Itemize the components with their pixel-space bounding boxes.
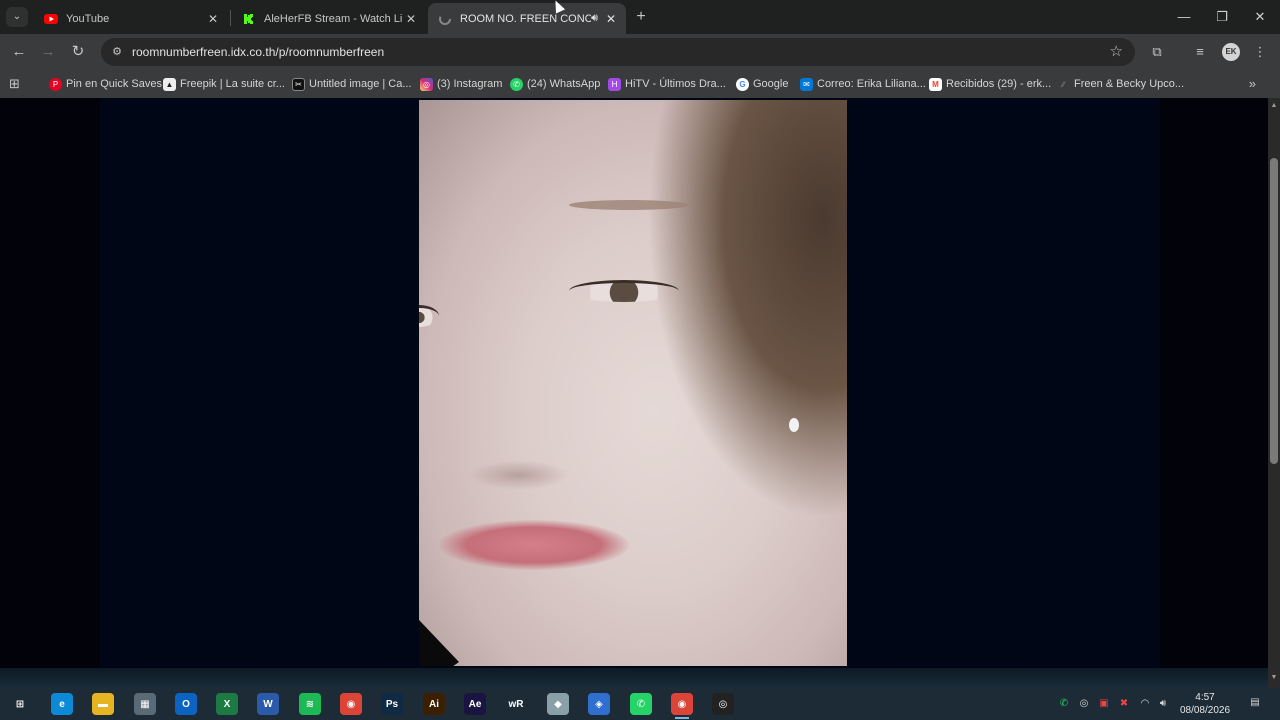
whatsapp-tray-icon[interactable]: ✆ [1057, 697, 1071, 711]
taskbar-app-bird-icon[interactable]: ◆ [547, 693, 569, 715]
hitv-icon: H [608, 77, 621, 91]
tab-strip: ⌄ YouTube ✕ AleHerFB Stream - Watch Live… [0, 0, 1280, 34]
taskbar-illustrator-icon[interactable]: Ai [423, 693, 445, 715]
taskbar-word-icon[interactable]: W [257, 693, 279, 715]
video-frame-face-image [419, 100, 847, 666]
forward-button[interactable]: → [38, 42, 58, 62]
taskbar-whatsapp-icon[interactable]: ✆ [630, 693, 652, 715]
bookmark-freen-becky[interactable]: ∕∕ Freen & Becky Upco... [1057, 76, 1184, 92]
page-content [0, 98, 1268, 668]
taskbar-outlook-icon[interactable]: O [175, 693, 197, 715]
bookmark-freepik[interactable]: ▲ Freepik | La suite cr... [163, 76, 285, 92]
audio-playing-icon[interactable]: 🔊︎ [591, 12, 598, 25]
loading-icon [438, 12, 452, 26]
bookmark-label: (24) WhatsApp [527, 78, 601, 90]
url-text[interactable]: roomnumberfreen.idx.co.th/p/roomnumberfr… [132, 45, 384, 59]
scroll-down-arrow[interactable]: ▼ [1268, 672, 1280, 684]
bookmark-instagram[interactable]: ◎ (3) Instagram [420, 76, 502, 92]
taskbar-wr-icon[interactable]: wR [505, 693, 527, 715]
tab-youtube[interactable]: YouTube ✕ [34, 3, 228, 34]
volume-icon[interactable]: 🔊︎ [1156, 697, 1170, 711]
bookmark-capcut[interactable]: ✂ Untitled image | Ca... [292, 76, 412, 92]
gmail-icon: M [929, 77, 942, 91]
bookmark-label: Freepik | La suite cr... [180, 78, 285, 90]
taskbar-obs-icon[interactable]: ◎ [712, 693, 734, 715]
bookmark-google[interactable]: G Google [736, 76, 788, 92]
extensions-icon[interactable]: ⧉ [1147, 42, 1167, 62]
minimize-button[interactable]: — [1169, 5, 1199, 29]
clock-time: 4:57 [1195, 692, 1215, 703]
whatsapp-icon: ✆ [510, 77, 523, 91]
pinterest-icon: P [49, 77, 62, 91]
google-icon: G [736, 77, 749, 91]
bookmark-label: Untitled image | Ca... [309, 78, 412, 90]
taskbar-calculator-icon[interactable]: ▦ [134, 693, 156, 715]
taskbar-spotify-icon[interactable]: ≋ [299, 693, 321, 715]
bookmark-label: HiTV - Últimos Dra... [625, 78, 726, 90]
scroll-thumb[interactable] [1270, 158, 1278, 464]
bookmark-label: Correo: Erika Liliana... [817, 78, 926, 90]
system-clock[interactable]: 4:57 08/08/2026 [1172, 691, 1238, 717]
bookmark-gmail[interactable]: M Recibidos (29) - erk... [929, 76, 1051, 92]
reload-button[interactable]: ↻ [68, 42, 88, 62]
more-menu-icon[interactable]: ⋮ [1250, 42, 1270, 62]
tray-x-icon[interactable]: ✖ [1117, 697, 1131, 711]
bookmark-label: Google [753, 78, 789, 90]
instagram-icon: ◎ [420, 77, 433, 91]
clock-date: 08/08/2026 [1179, 705, 1231, 716]
profile-avatar[interactable]: EK [1222, 43, 1240, 61]
youtube-icon [44, 12, 58, 26]
tab-search-button[interactable]: ⌄ [6, 7, 28, 27]
kick-icon [242, 12, 256, 26]
notifications-icon[interactable]: ▤ [1248, 697, 1262, 711]
bookmark-label: (3) Instagram [437, 78, 503, 90]
close-icon[interactable]: ✕ [602, 12, 620, 26]
freepik-icon: ▲ [163, 77, 176, 91]
tab-title: YouTube [66, 12, 110, 25]
bookmark-label: Freen & Becky Upco... [1074, 78, 1185, 90]
taskbar-photoshop-icon[interactable]: Ps [381, 693, 403, 715]
close-window-button[interactable]: ✕ [1245, 5, 1275, 29]
apps-grid-icon[interactable]: ⊞ [9, 76, 20, 92]
browser-toolbar: ← → ↻ ⚙ roomnumberfreen.idx.co.th/p/room… [0, 34, 1280, 70]
bookmark-hitv[interactable]: H HiTV - Últimos Dra... [608, 76, 726, 92]
media-control-icon[interactable]: ≡ [1190, 42, 1210, 62]
scroll-up-arrow[interactable]: ▲ [1268, 100, 1280, 112]
new-tab-button[interactable]: + [632, 7, 650, 27]
taskbar-file-explorer-icon[interactable]: ▬ [92, 693, 114, 715]
tab-title: AleHerFB Stream - Watch Live o [264, 12, 402, 25]
taskbar-excel-icon[interactable]: X [216, 693, 238, 715]
restore-button[interactable]: ❐ [1207, 5, 1237, 29]
tab-room-no-freen[interactable]: ROOM NO. FREEN CONCEF 🔊︎ ✕ [428, 3, 626, 34]
back-button[interactable]: ← [9, 42, 29, 62]
close-icon[interactable]: ✕ [204, 12, 222, 26]
address-bar[interactable]: ⚙ roomnumberfreen.idx.co.th/p/roomnumber… [101, 38, 1135, 66]
outlook-icon: ✉ [800, 77, 813, 91]
taskbar-edge-icon[interactable]: e [51, 693, 73, 715]
bookmark-label: Recibidos (29) - erk... [946, 78, 1052, 90]
taskbar-chrome-icon[interactable]: ◉ [340, 693, 362, 715]
link-icon: ∕∕ [1062, 79, 1065, 89]
page-scrollbar[interactable]: ▲ ▼ [1268, 98, 1280, 688]
tray-app-icon[interactable]: ◎ [1077, 697, 1091, 711]
tab-title: ROOM NO. FREEN CONCEF [460, 12, 592, 25]
tab-kick-stream[interactable]: AleHerFB Stream - Watch Live o ✕ [232, 3, 426, 34]
capcut-icon: ✂ [292, 77, 305, 91]
windows-taskbar: ⊞ e ▬ ▦ O X W ≋ ◉ Ps Ai Ae wR ◆ ◈ ✆ ◉ ◎ ✆ ◎ ▣ ✖ ◠ 🔊︎ 4:57… [0, 688, 1280, 720]
wifi-icon[interactable]: ◠ [1138, 697, 1152, 711]
more-bookmarks-icon[interactable]: » [1249, 76, 1256, 91]
bookmark-outlook[interactable]: ✉ Correo: Erika Liliana... [800, 76, 926, 92]
bookmark-whatsapp[interactable]: ✆ (24) WhatsApp [510, 76, 600, 92]
taskbar-app-blue-icon[interactable]: ◈ [588, 693, 610, 715]
taskbar-chrome-active-icon[interactable]: ◉ [671, 693, 693, 719]
bookmark-label: Pin en Quick Saves [66, 78, 162, 90]
taskbar-start-icon[interactable]: ⊞ [9, 693, 31, 715]
bookmark-star-icon[interactable]: ☆ [1110, 42, 1123, 60]
taskbar-after-effects-icon[interactable]: Ae [464, 693, 486, 715]
site-info-icon[interactable]: ⚙ [109, 44, 125, 60]
close-icon[interactable]: ✕ [402, 12, 420, 26]
tray-shield-icon[interactable]: ▣ [1097, 697, 1111, 711]
bookmark-pinterest[interactable]: P Pin en Quick Saves [49, 76, 162, 92]
